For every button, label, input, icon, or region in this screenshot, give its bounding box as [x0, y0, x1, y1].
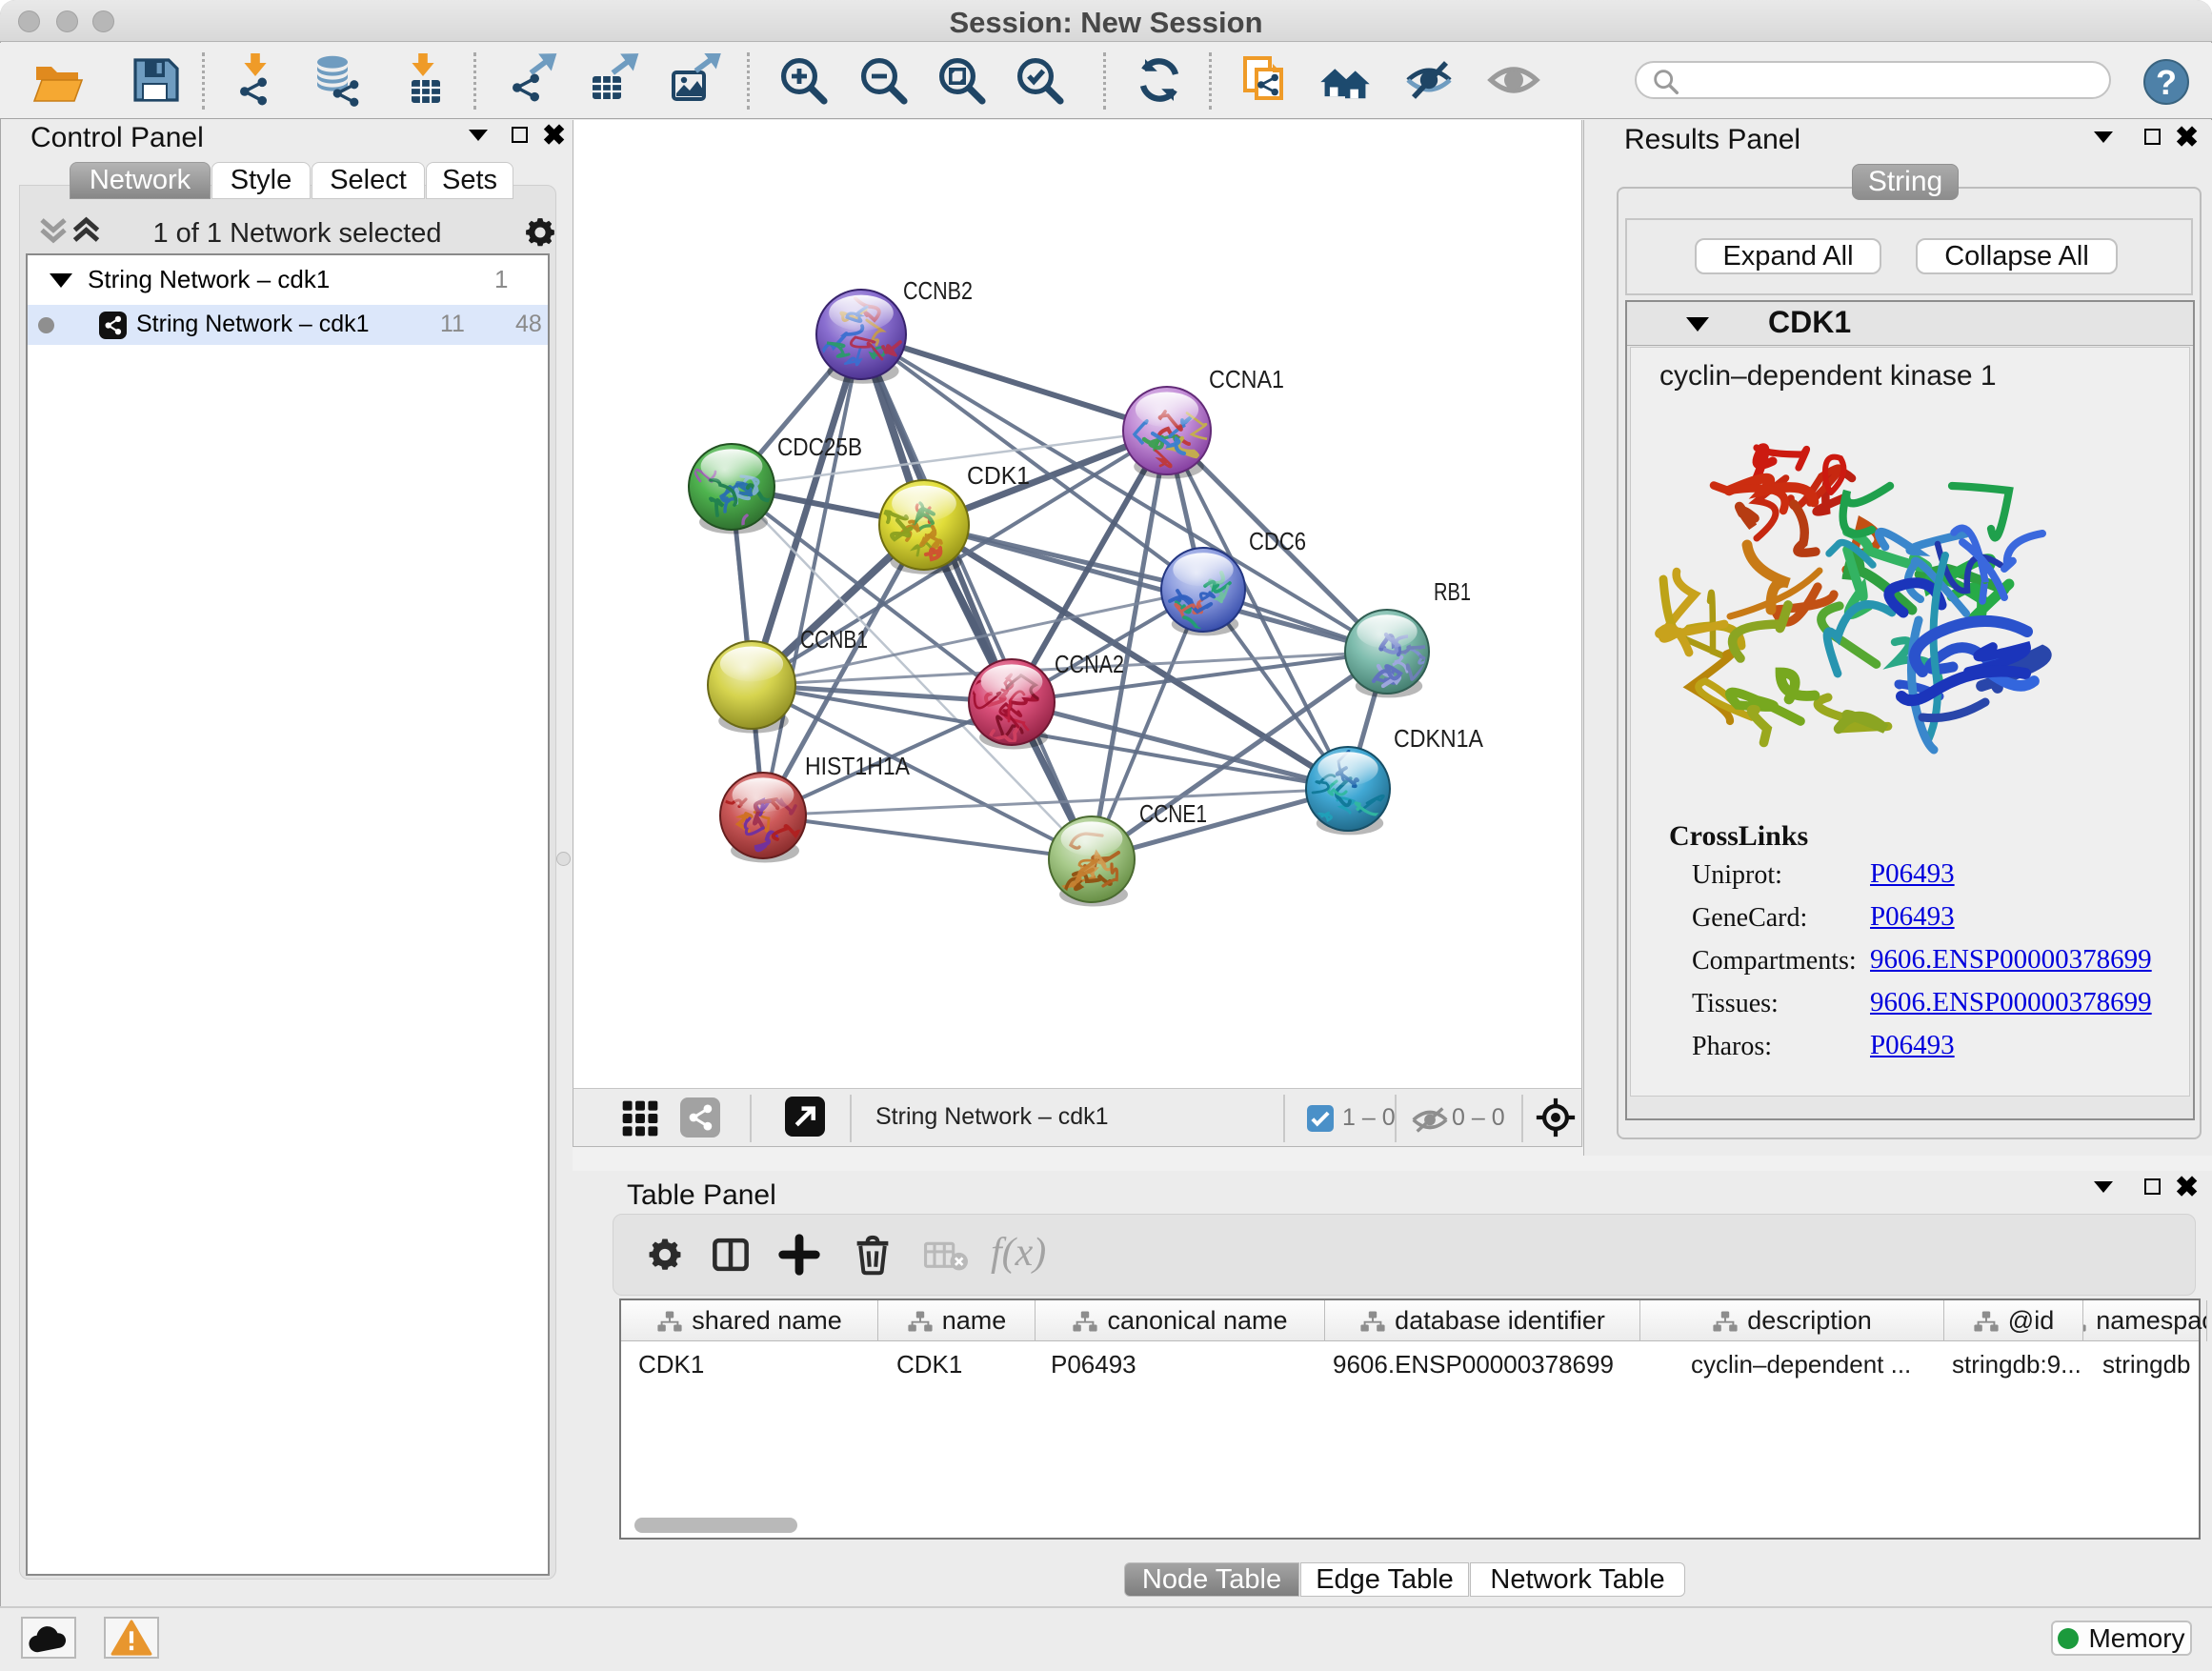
svg-text:CDC25B: CDC25B [777, 433, 862, 461]
svg-text:CDKN1A: CDKN1A [1394, 724, 1484, 753]
svg-text:RB1: RB1 [1434, 577, 1471, 606]
svg-text:CCNE1: CCNE1 [1139, 799, 1207, 828]
svg-text:CCNB1: CCNB1 [800, 625, 868, 654]
svg-text:CCNA2: CCNA2 [1055, 650, 1124, 678]
svg-text:CCNB2: CCNB2 [903, 276, 973, 305]
svg-text:CCNA1: CCNA1 [1209, 365, 1284, 393]
svg-text:CDC6: CDC6 [1249, 527, 1306, 555]
svg-text:HIST1H1A: HIST1H1A [805, 752, 911, 780]
svg-text:CDK1: CDK1 [967, 461, 1030, 490]
